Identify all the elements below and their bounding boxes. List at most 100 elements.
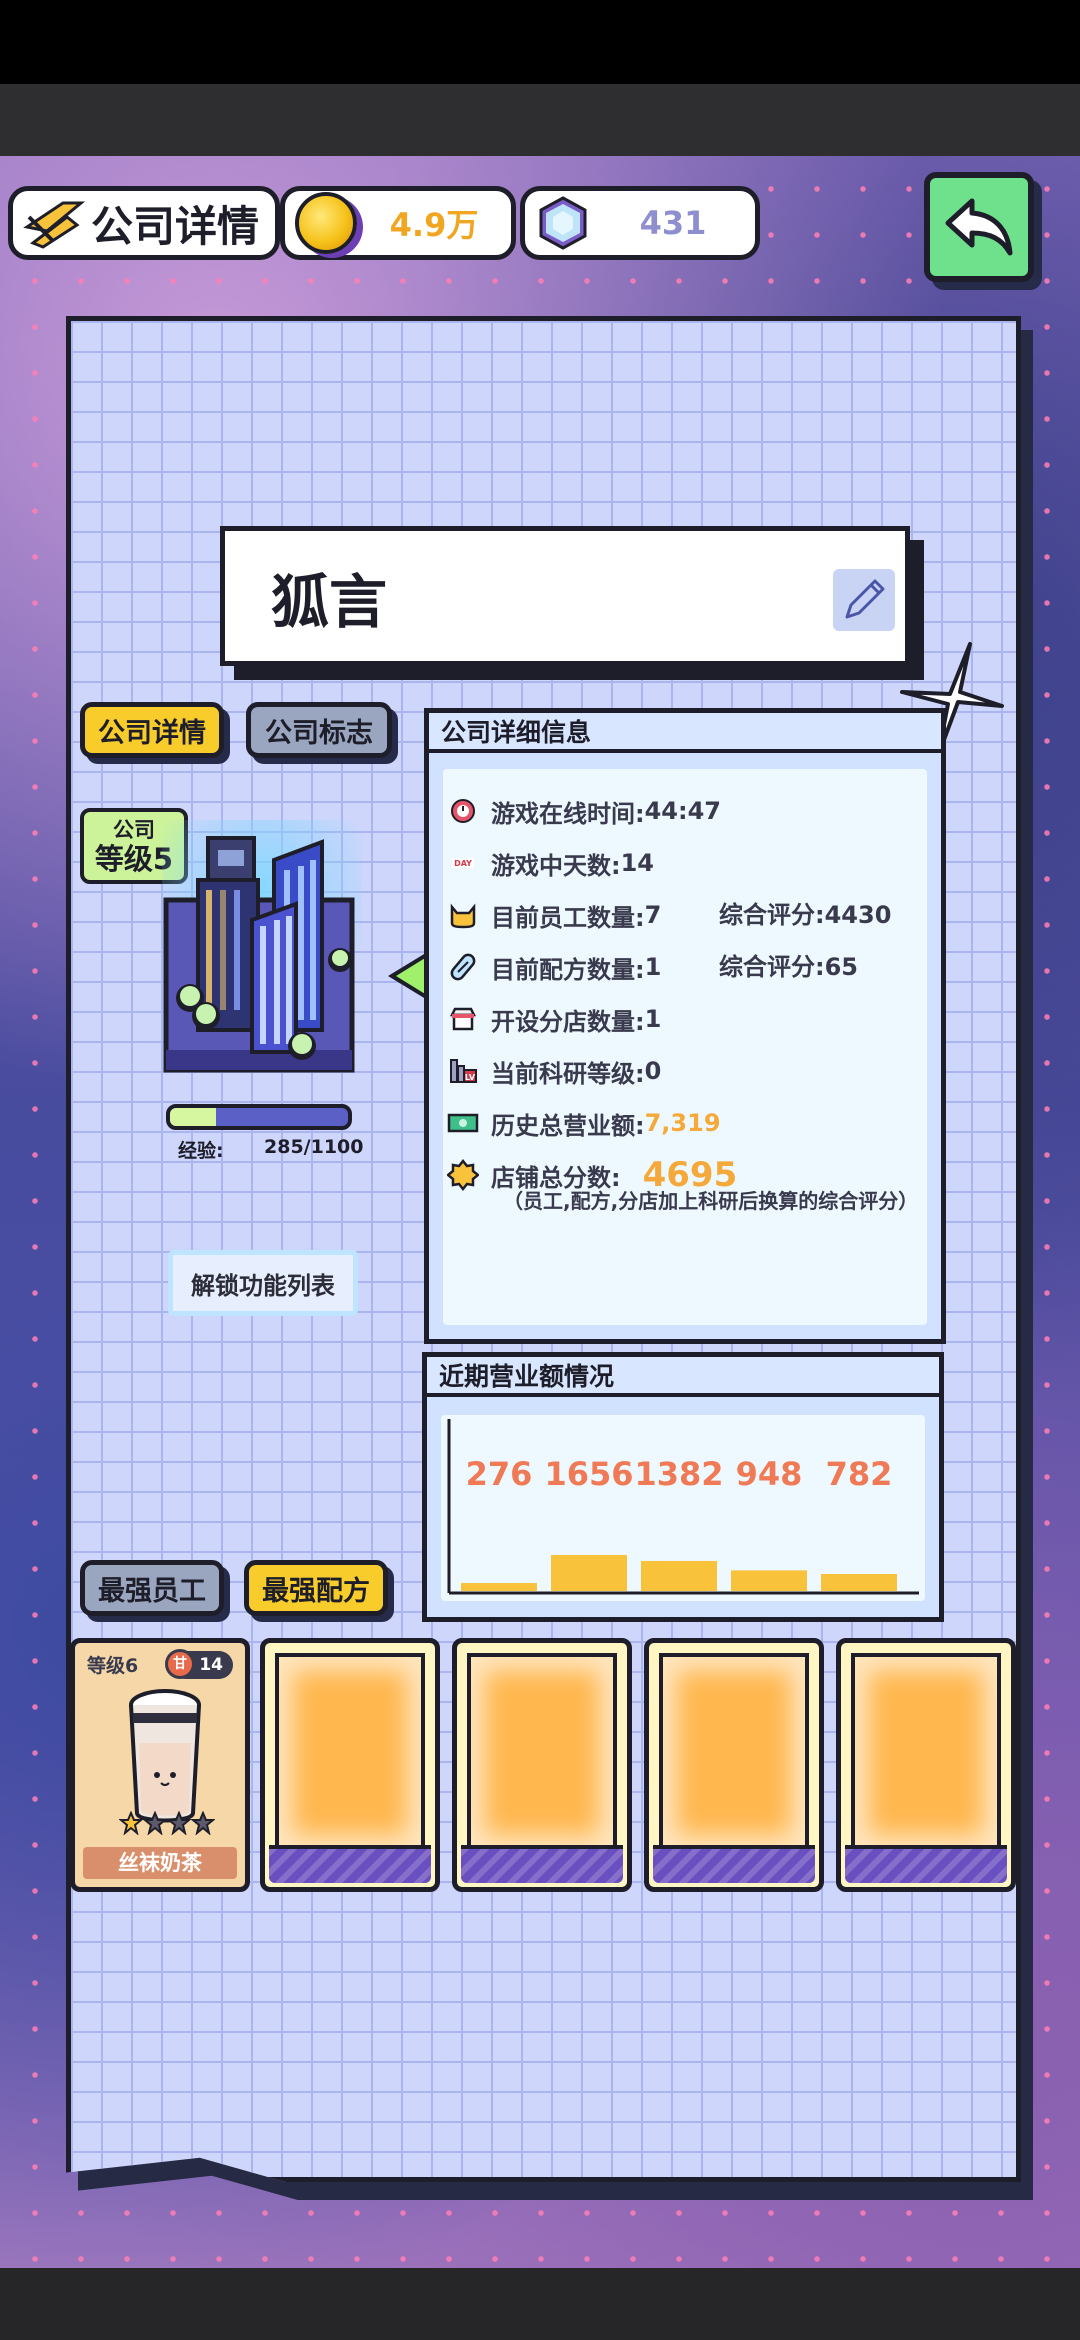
chart-data-label: 276 — [466, 1455, 533, 1493]
card-footer — [653, 1845, 815, 1883]
info-panel-title: 公司详细信息 — [429, 713, 941, 753]
info-row-staff: 目前员工数量: 7 — [447, 895, 661, 935]
coin-counter[interactable]: 4.9万 — [280, 186, 516, 260]
chart-bar — [821, 1574, 897, 1591]
navigation-bar — [0, 2268, 1080, 2340]
chart-bar — [731, 1570, 807, 1591]
coin-value: 4.9万 — [389, 206, 479, 244]
staff-count-label: 目前员工数量: — [491, 903, 645, 932]
top-spacer — [0, 84, 1080, 156]
tab-best-recipe[interactable]: 最强配方 — [244, 1560, 388, 1616]
cash-icon — [447, 1107, 479, 1139]
pencil-icon — [845, 579, 885, 619]
recipe-card-badge: 甘 14 — [165, 1649, 233, 1679]
revenue-chart-area: 276 1656 1382 948 782 — [441, 1415, 925, 1601]
tab-best-staff[interactable]: 最强员工 — [80, 1560, 224, 1616]
chart-data-label: 948 — [736, 1455, 803, 1493]
card-footer — [269, 1845, 431, 1883]
gem-counter[interactable]: 431 — [520, 186, 760, 260]
empty-card-art — [467, 1653, 617, 1853]
empty-card-slot[interactable] — [260, 1638, 440, 1892]
company-name-plate: 狐言 — [220, 526, 910, 666]
sweet-icon: 甘 — [165, 1649, 195, 1679]
unlock-features-button[interactable]: 解锁功能列表 — [168, 1250, 358, 1316]
recipe-score-value: 65 — [824, 953, 859, 981]
recipe-card-badge-value: 14 — [199, 1655, 223, 1675]
empty-card-art — [851, 1653, 1001, 1853]
day-icon: DAY — [447, 847, 479, 879]
page-title: 公司详情 — [91, 201, 260, 251]
empty-card-art — [659, 1653, 809, 1853]
experience-label: 经验: — [178, 1140, 224, 1162]
staff-score-value: 4430 — [824, 901, 892, 929]
gem-icon — [535, 195, 591, 251]
score-note: （员工,配方,分店加上科研后换算的综合评分） — [503, 1189, 919, 1213]
gem-value: 431 — [639, 204, 707, 242]
info-row-total-revenue: 历史总营业额: 7,319 — [447, 1103, 721, 1143]
card-footer — [461, 1845, 623, 1883]
recipe-card[interactable]: 等级6 甘 14 丝袜奶茶 — [70, 1638, 250, 1892]
empty-card-slot[interactable] — [644, 1638, 824, 1892]
clock-icon — [447, 795, 479, 827]
svg-text:LV: LV — [465, 1073, 476, 1082]
recipe-count-value: 1 — [644, 953, 662, 981]
staff-score: 综合评分:4430 — [719, 895, 891, 935]
back-arrow-icon — [945, 198, 1013, 256]
recipe-count-label: 目前配方数量: — [491, 955, 645, 984]
online-time-label: 游戏在线时间: — [491, 799, 645, 828]
tab-company-logo[interactable]: 公司标志 — [246, 702, 392, 758]
tab-company-details[interactable]: 公司详情 — [80, 702, 224, 758]
company-name: 狐言 — [271, 568, 388, 636]
info-row-recipes: 目前配方数量: 1 — [447, 947, 661, 987]
experience-bar — [166, 1104, 352, 1130]
staff-count-value: 7 — [644, 901, 662, 929]
company-logo-icon — [23, 197, 86, 249]
total-revenue-label: 历史总营业额: — [491, 1111, 645, 1140]
back-button[interactable] — [924, 172, 1034, 282]
info-row-online-time: 游戏在线时间: 44:47 — [447, 791, 721, 831]
chart-bar — [641, 1560, 717, 1591]
company-building-icon — [162, 820, 362, 1073]
page-title-pill: 公司详情 — [8, 186, 280, 260]
recipe-card-level: 等级6 — [87, 1655, 139, 1677]
experience-value: 285/1100 — [264, 1136, 364, 1158]
experience-bar-fill — [170, 1108, 217, 1126]
revenue-panel-title: 近期营业额情况 — [427, 1357, 939, 1397]
svg-text:DAY: DAY — [454, 859, 472, 868]
star-badge-icon — [447, 1159, 479, 1191]
shop-icon — [447, 1003, 479, 1035]
empty-card-slot[interactable] — [452, 1638, 632, 1892]
chart-bar — [461, 1583, 537, 1591]
company-info-panel: 公司详细信息 游戏在线时间: 44:47 DAY 游戏中天数: 14 目前员工数量:… — [424, 708, 946, 1344]
branch-count-label: 开设分店数量: — [491, 1007, 645, 1036]
chart-data-label: 1656 — [544, 1455, 633, 1493]
edit-name-button[interactable] — [833, 569, 895, 631]
recipe-score: 综合评分:65 — [719, 947, 858, 987]
chart-bar — [551, 1555, 627, 1591]
days-value: 14 — [620, 849, 655, 877]
recipe-score-label: 综合评分: — [719, 953, 825, 981]
revenue-panel: 近期营业额情况 276 1656 1382 948 782 — [422, 1352, 944, 1622]
research-icon: LV — [447, 1055, 479, 1087]
cat-icon — [447, 899, 479, 931]
total-revenue-value: 7,319 — [644, 1109, 721, 1137]
info-row-branches: 开设分店数量: 1 — [447, 999, 661, 1039]
research-level-label: 当前科研等级: — [491, 1059, 645, 1088]
staff-score-label: 综合评分: — [719, 901, 825, 929]
research-level-value: 0 — [644, 1057, 662, 1085]
revenue-chart: 276 1656 1382 948 782 — [447, 1419, 919, 1595]
capsule-icon — [447, 951, 479, 983]
empty-card-art — [275, 1653, 425, 1853]
days-label: 游戏中天数: — [491, 851, 621, 880]
empty-card-slot[interactable] — [836, 1638, 1016, 1892]
info-row-days: DAY 游戏中天数: 14 — [447, 843, 654, 883]
online-time-value: 44:47 — [644, 797, 722, 825]
chart-data-label: 1382 — [634, 1455, 723, 1493]
card-footer — [845, 1845, 1007, 1883]
rating-stars — [119, 1811, 215, 1835]
status-bar — [0, 0, 1080, 84]
info-row-research: LV 当前科研等级: 0 — [447, 1051, 661, 1091]
branch-count-value: 1 — [644, 1005, 662, 1033]
coin-icon — [295, 192, 357, 254]
chart-data-label: 782 — [826, 1455, 893, 1493]
